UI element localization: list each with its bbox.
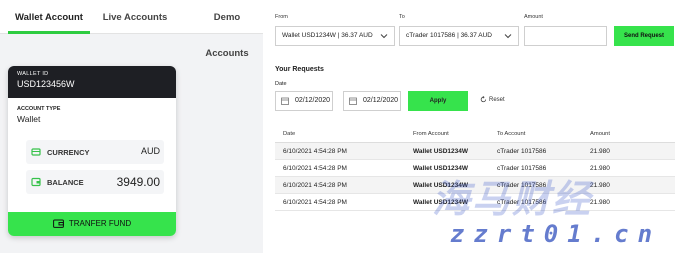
- wallet-card: WALLET ID USD123456W ACCOUNT TYPE Wallet…: [8, 66, 176, 236]
- balance-value: 3949.00: [116, 175, 160, 189]
- wallet-id-label: WALLET ID: [17, 71, 49, 77]
- to-select[interactable]: cTrader 1017586 | 36.37 AUD: [399, 26, 519, 46]
- cell-date: 6/10/2021 4:54:28 PM: [283, 199, 347, 206]
- from-select-value: Wallet USD1234W | 36.37 AUD: [282, 32, 373, 39]
- table-row[interactable]: 6/10/2021 4:54:28 PM Wallet USD1234W cTr…: [275, 143, 675, 160]
- left-panel: Wallet Account Live Accounts Demo Accoun…: [0, 0, 263, 253]
- balance-stat: BALANCE 3949.00: [26, 170, 164, 194]
- cell-amount: 21.980: [590, 199, 610, 206]
- reset-icon: [480, 96, 487, 103]
- cell-amount: 21.980: [590, 148, 610, 155]
- chevron-down-icon: [380, 34, 388, 39]
- date-to-value: 02/12/2020: [363, 97, 399, 104]
- chevron-down-icon: [504, 34, 512, 39]
- amount-label: Amount: [524, 14, 543, 20]
- transfer-fund-button[interactable]: TRANFER FUND: [8, 212, 176, 236]
- apply-button[interactable]: Apply: [408, 91, 468, 111]
- cell-amount: 21.980: [590, 165, 610, 172]
- currency-icon: [31, 148, 41, 156]
- cell-date: 6/10/2021 4:54:28 PM: [283, 182, 347, 189]
- cell-from: Wallet USD1234W: [413, 148, 469, 155]
- date-to-input[interactable]: 02/12/2020: [343, 91, 401, 111]
- calendar-icon: [349, 97, 357, 105]
- requests-title: Your Requests: [275, 66, 324, 73]
- table-header: Date From Account To Account Amount: [275, 126, 675, 143]
- account-type: ACCOUNT TYPE Wallet: [8, 98, 176, 124]
- to-label: To: [399, 14, 405, 20]
- column-header-amount: Amount: [590, 131, 610, 137]
- tab-wallet-account[interactable]: Wallet Account: [8, 0, 90, 34]
- from-select[interactable]: Wallet USD1234W | 36.37 AUD: [275, 26, 395, 46]
- wallet-icon: [31, 177, 41, 187]
- cell-amount: 21.980: [590, 182, 610, 189]
- send-request-button[interactable]: Send Request: [614, 26, 674, 46]
- date-from-value: 02/12/2020: [295, 97, 331, 104]
- cell-to: cTrader 1017586: [497, 148, 547, 155]
- wallet-icon: [52, 219, 64, 229]
- wallet-id-value: USD123456W: [17, 79, 75, 89]
- currency-value: AUD: [140, 146, 160, 156]
- cell-date: 6/10/2021 4:54:28 PM: [283, 148, 347, 155]
- account-type-value: Wallet: [17, 114, 41, 124]
- account-tabs: Wallet Account Live Accounts Demo Accoun…: [0, 0, 263, 59]
- wallet-card-header: WALLET ID USD123456W: [8, 66, 176, 98]
- to-select-value: cTrader 1017586 | 36.37 AUD: [406, 32, 493, 39]
- column-header-date: Date: [283, 131, 296, 137]
- reset-label: Reset: [489, 97, 505, 104]
- watermark-text: 海马财经: [432, 179, 593, 221]
- currency-stat: CURRENCY AUD: [26, 140, 164, 164]
- reset-button[interactable]: Reset: [480, 96, 505, 103]
- calendar-icon: [281, 97, 289, 105]
- account-type-label: ACCOUNT TYPE: [17, 106, 61, 112]
- balance-label: BALANCE: [47, 178, 84, 187]
- transfer-fund-label: TRANFER FUND: [68, 219, 132, 228]
- column-header-to: To Account: [497, 131, 526, 137]
- date-label: Date: [275, 81, 287, 87]
- tab-demo-accounts[interactable]: Demo Accounts: [192, 0, 262, 59]
- tab-live-accounts[interactable]: Live Accounts: [100, 0, 170, 34]
- amount-input[interactable]: [524, 26, 607, 46]
- cell-date: 6/10/2021 4:54:28 PM: [283, 165, 347, 172]
- column-header-from: From Account: [413, 131, 449, 137]
- from-label: From: [275, 14, 288, 20]
- currency-label: CURRENCY: [47, 148, 90, 157]
- date-from-input[interactable]: 02/12/2020: [275, 91, 333, 111]
- watermark-url: zzrt01.cn: [450, 220, 662, 248]
